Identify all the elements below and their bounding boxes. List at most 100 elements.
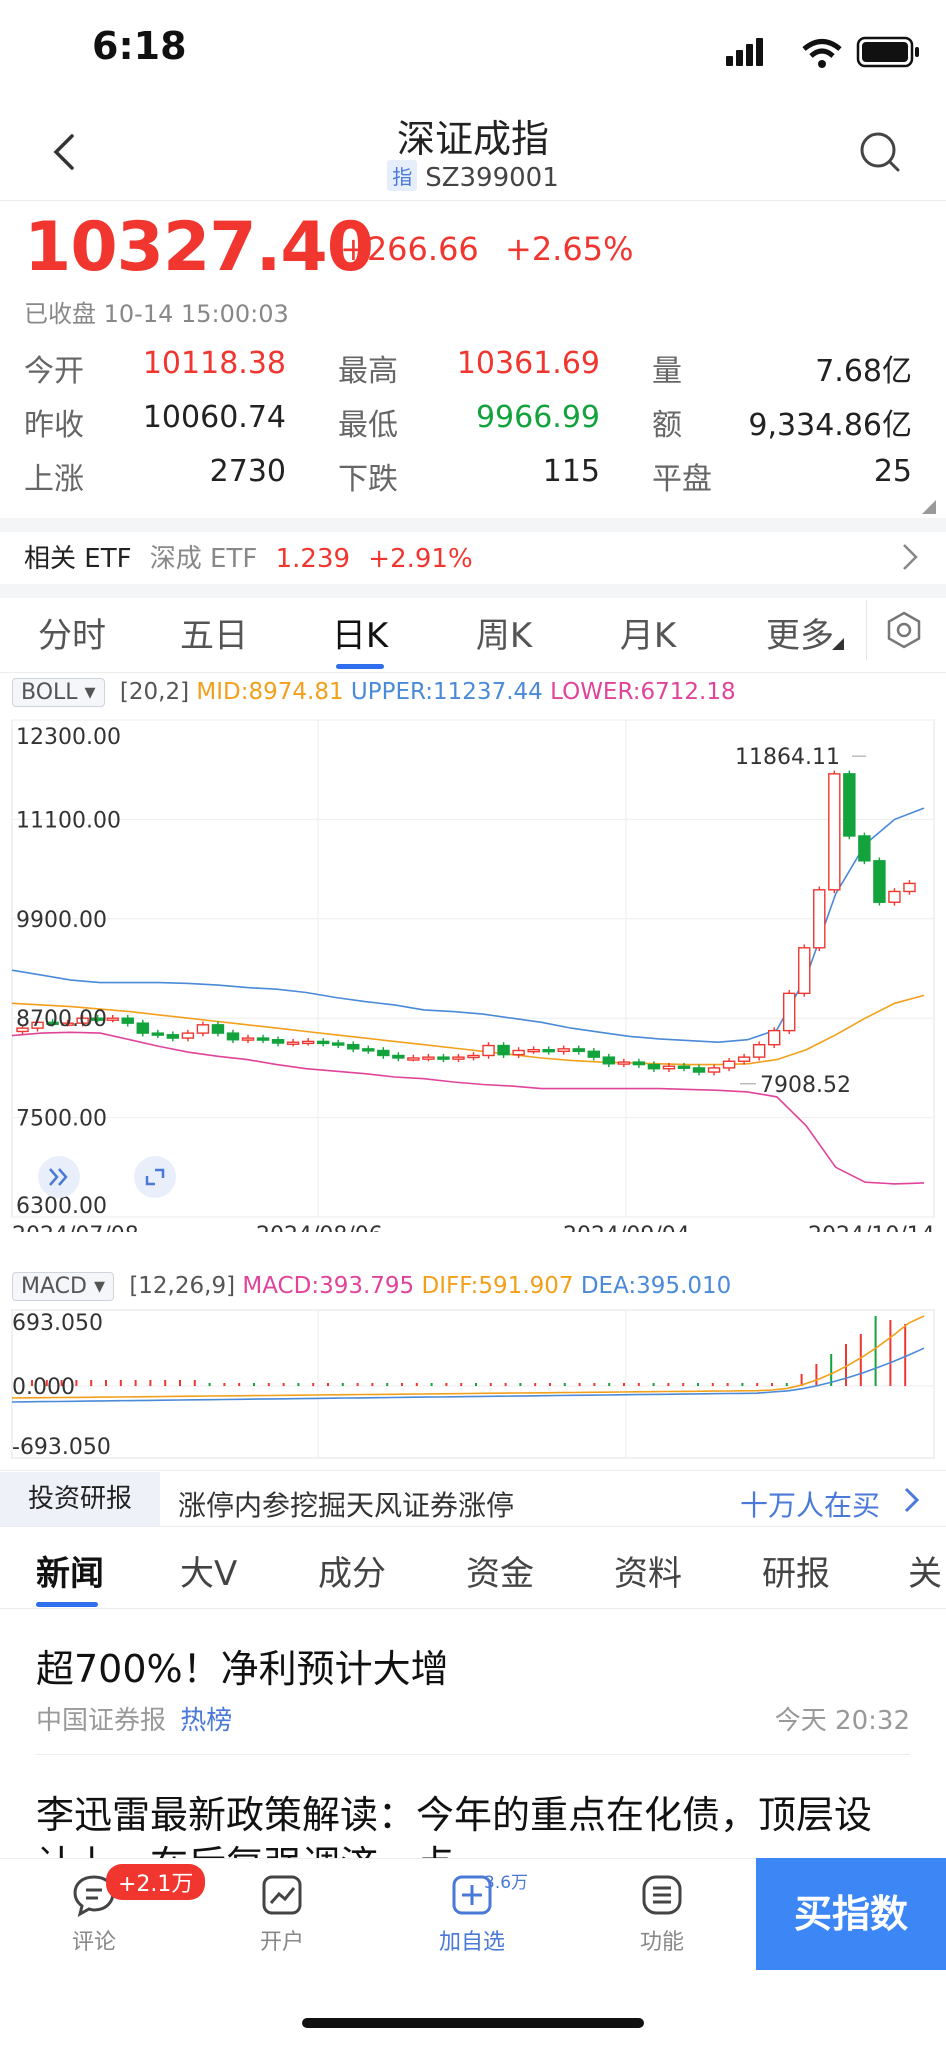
nav-tools-label: 功能 <box>639 1930 684 1955</box>
chevron-right-icon[interactable] <box>902 1486 922 1514</box>
stat-value-amount: 9,334.86亿 <box>748 408 912 443</box>
candle-body <box>767 1029 781 1046</box>
boll-selector[interactable]: BOLL ▾ <box>12 678 105 707</box>
etf-name: 深成 ETF <box>149 544 258 574</box>
stat-label: 上涨 <box>24 462 84 497</box>
candle-body <box>196 1024 210 1034</box>
stat-value-low: 9966.99 <box>475 400 600 435</box>
candle-body <box>843 773 856 837</box>
status-time: 6:18 <box>92 24 187 68</box>
etf-change: +2.91% <box>368 544 473 574</box>
tab-weekly-k[interactable]: 周K <box>444 608 564 657</box>
collapse-button[interactable] <box>38 1156 80 1198</box>
news-tab-indicator <box>36 1602 98 1607</box>
candle-body <box>226 1032 240 1041</box>
chart-up-icon <box>262 1875 302 1915</box>
macd-selector[interactable]: MACD ▾ <box>12 1272 114 1301</box>
news-tab-related[interactable]: 关 <box>908 1546 942 1595</box>
page-title: 深证成指 <box>396 117 549 161</box>
news-tab-news[interactable]: 新闻 <box>36 1546 104 1595</box>
candle-body <box>888 890 901 903</box>
candle-body <box>362 1048 375 1052</box>
price-change-percent: +2.65% <box>505 230 634 268</box>
candle-body <box>542 1048 555 1053</box>
market-status: 已收盘 10-14 15:00:03 <box>24 300 289 328</box>
stat-value-decliners: 115 <box>542 454 600 489</box>
stat-label: 下跌 <box>338 462 398 497</box>
stat-value-open: 10118.38 <box>142 346 286 381</box>
tab-active-indicator <box>336 664 384 669</box>
candle-body <box>392 1054 405 1059</box>
stat-label: 量 <box>652 354 682 389</box>
tab-five-day[interactable]: 五日 <box>154 608 274 657</box>
candle-body <box>121 1017 134 1024</box>
candle-body <box>662 1065 676 1070</box>
current-price: 10327.40 <box>24 208 374 287</box>
x-tick-label: 2024/09/04 <box>563 1223 690 1232</box>
news-item-title-cont[interactable]: 计上，在后复强调济，点 <box>36 1834 454 1858</box>
tab-intraday[interactable]: 分时 <box>12 608 132 657</box>
watch-count-badge: 3.6万 <box>484 1873 529 1893</box>
candle-body <box>587 1050 600 1058</box>
candle-body <box>858 835 871 862</box>
candle-body <box>166 1034 180 1039</box>
candle-body <box>813 889 826 949</box>
y-tick-label: 7500.00 <box>16 1107 107 1132</box>
news-item-title[interactable]: 李迅雷最新政策解读：今年的重点在化债，顶层设 <box>36 1784 872 1839</box>
battery-icon <box>856 36 919 68</box>
boll-params: [20,2] <box>119 679 190 705</box>
candle-body <box>482 1044 495 1057</box>
y-tick-label: 9900.00 <box>16 908 107 933</box>
macd-chart[interactable]: 693.050 0.000 -693.050 <box>0 1308 946 1462</box>
news-item-meta: 中国证券报 热榜 <box>36 1700 232 1737</box>
nav-watch-label: 加自选 <box>438 1930 505 1955</box>
expand-corner-icon[interactable] <box>922 500 936 514</box>
news-item-title[interactable]: 超700%！净利预计大增 <box>36 1638 449 1693</box>
candle-body <box>798 947 811 995</box>
candlestick-chart[interactable]: 12300.0011100.009900.008700.007500.00630… <box>0 712 946 1232</box>
candle-body <box>527 1048 540 1053</box>
y-axis-labels: 12300.0011100.009900.008700.007500.00630… <box>16 725 121 1219</box>
candle-body <box>347 1044 360 1050</box>
candle-body <box>301 1040 315 1045</box>
news-tab-funds[interactable]: 资金 <box>466 1546 534 1595</box>
candle-body <box>452 1056 465 1060</box>
candle-body <box>211 1024 225 1034</box>
nav-open-account[interactable]: 开户 <box>222 1872 342 1956</box>
y-tick-label: 11100.00 <box>16 808 121 833</box>
tab-daily-k[interactable]: 日K <box>300 608 420 657</box>
settings-icon[interactable] <box>884 610 924 650</box>
candle-body <box>737 1056 751 1062</box>
comment-count-badge: +2.1万 <box>106 1864 206 1900</box>
fullscreen-button[interactable] <box>134 1156 176 1198</box>
stat-value-unchanged: 25 <box>873 454 912 489</box>
stock-code-line: 指 SZ399001 <box>0 160 946 193</box>
macd-tick-label: -693.050 <box>12 1435 111 1460</box>
research-link[interactable]: 十万人在买 <box>740 1484 880 1524</box>
candle-body <box>377 1049 390 1057</box>
news-hot-tag[interactable]: 热榜 <box>180 1706 232 1736</box>
candle-body <box>512 1049 525 1056</box>
news-tab-reports[interactable]: 研报 <box>762 1546 830 1595</box>
candle-body <box>632 1061 646 1066</box>
search-icon[interactable] <box>858 130 902 174</box>
research-headline[interactable]: 涨停内参挖掘天风证券涨停 <box>178 1484 514 1524</box>
tab-monthly-k[interactable]: 月K <box>588 608 708 657</box>
home-indicator <box>302 2018 644 2028</box>
buy-index-button[interactable]: 买指数 <box>756 1858 946 1970</box>
news-tab-info[interactable]: 资料 <box>614 1546 682 1595</box>
candle-body <box>602 1056 616 1065</box>
wifi-icon <box>802 39 842 68</box>
candle-body <box>873 860 886 903</box>
menu-icon <box>642 1875 682 1915</box>
candle-body <box>692 1067 706 1073</box>
related-etf-row[interactable]: 相关 ETF 深成 ETF 1.239 +2.91% <box>24 538 483 575</box>
nav-tools[interactable]: 功能 <box>602 1872 722 1956</box>
low-annotation: 7908.52 <box>760 1073 851 1098</box>
news-tab-components[interactable]: 成分 <box>318 1546 386 1595</box>
news-tab-bigv[interactable]: 大V <box>180 1546 237 1595</box>
chevron-right-icon[interactable] <box>900 542 920 572</box>
candle-body <box>497 1044 510 1056</box>
candle-body <box>722 1060 736 1069</box>
macd-params: [12,26,9] <box>129 1273 236 1299</box>
